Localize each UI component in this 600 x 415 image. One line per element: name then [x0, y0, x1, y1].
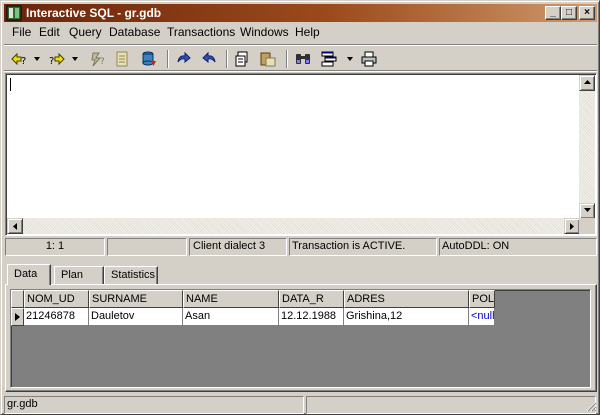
window-title: Interactive SQL - gr.gdb: [26, 6, 162, 20]
toolbar-separator: [226, 50, 228, 68]
data-grid[interactable]: NOM_UD SURNAME NAME DATA_R ADRES POL 212…: [10, 289, 591, 388]
rollback-button[interactable]: [198, 49, 220, 69]
grid-indicator-header: [11, 290, 24, 308]
column-header-data-r[interactable]: DATA_R: [279, 290, 344, 308]
toolbar: ? ? ?: [4, 44, 597, 72]
column-header-surname[interactable]: SURNAME: [89, 290, 183, 308]
menu-file[interactable]: File: [12, 26, 31, 39]
tab-statistics[interactable]: Statistics: [104, 266, 158, 284]
query-options-button[interactable]: [111, 49, 133, 69]
print-button[interactable]: [358, 49, 380, 69]
maximize-button[interactable]: □: [561, 6, 577, 20]
execute-query-button[interactable]: ?: [87, 49, 109, 69]
menu-windows[interactable]: Windows: [240, 26, 289, 39]
table-cell-null[interactable]: <null>: [469, 308, 495, 326]
svg-text:?: ?: [21, 56, 26, 67]
arrow-down-icon: [584, 208, 591, 212]
title-bar[interactable]: Interactive SQL - gr.gdb _ □ ×: [4, 4, 597, 22]
find-button[interactable]: [292, 49, 314, 69]
app-icon: [6, 5, 22, 21]
results-pane: NOM_UD SURNAME NAME DATA_R ADRES POL 212…: [5, 284, 597, 392]
column-header-nom-ud[interactable]: NOM_UD: [24, 290, 89, 308]
column-header-pol[interactable]: POL: [469, 290, 495, 308]
svg-text:?: ?: [100, 57, 105, 67]
editor-horizontal-scrollbar[interactable]: [7, 218, 580, 234]
menu-database[interactable]: Database: [109, 26, 160, 39]
editor-vertical-scrollbar[interactable]: [579, 75, 595, 219]
scroll-right-button[interactable]: [564, 218, 580, 234]
window-list-dropdown-icon[interactable]: [347, 57, 354, 62]
current-row-arrow-icon: [15, 313, 20, 321]
autoddl-status: AutoDDL: ON: [439, 238, 597, 256]
row-indicator: [11, 308, 24, 326]
status-panel-empty: [107, 238, 187, 256]
toolbar-separator: [286, 50, 288, 68]
sql-editor[interactable]: [5, 73, 597, 236]
tab-data[interactable]: Data: [7, 264, 51, 285]
svg-text:?: ?: [49, 56, 54, 67]
menu-edit[interactable]: Edit: [39, 26, 60, 39]
table-cell[interactable]: Asan: [183, 308, 279, 326]
table-cell[interactable]: Dauletov: [89, 308, 183, 326]
paste-button[interactable]: [257, 49, 279, 69]
menu-query[interactable]: Query: [69, 26, 102, 39]
scroll-left-button[interactable]: [7, 218, 23, 234]
status-bar: gr.gdb: [4, 396, 598, 414]
minimize-button[interactable]: _: [545, 6, 561, 20]
table-cell[interactable]: 12.12.1988: [279, 308, 344, 326]
next-query-button[interactable]: ?: [46, 49, 68, 69]
menu-transactions[interactable]: Transactions: [167, 26, 235, 39]
table-cell[interactable]: Grishina,12: [344, 308, 469, 326]
scroll-up-button[interactable]: [579, 75, 595, 91]
arrow-up-icon: [584, 80, 591, 84]
arrow-left-icon: [13, 223, 17, 230]
isql-window: Interactive SQL - gr.gdb _ □ × File Edit…: [0, 0, 600, 415]
previous-query-button[interactable]: ?: [8, 49, 30, 69]
copy-button[interactable]: [232, 49, 254, 69]
pane-splitter[interactable]: [1, 258, 600, 262]
toolbar-separator: [167, 50, 169, 68]
tab-plan[interactable]: Plan: [54, 266, 104, 284]
column-header-name[interactable]: NAME: [183, 290, 279, 308]
next-query-dropdown-icon[interactable]: [72, 57, 79, 62]
database-button[interactable]: [138, 49, 160, 69]
arrow-right-icon: [570, 223, 574, 230]
status-file: gr.gdb: [4, 396, 304, 414]
commit-button[interactable]: [173, 49, 195, 69]
size-grip-icon[interactable]: [585, 400, 597, 412]
window-list-button[interactable]: [318, 49, 340, 69]
cursor-position: 1: 1: [5, 238, 105, 256]
scrollbar-corner: [579, 218, 595, 234]
results-tabs: Data Plan Statistics: [5, 264, 597, 285]
close-button[interactable]: ×: [579, 6, 595, 20]
client-dialect: Client dialect 3: [189, 238, 287, 256]
column-header-adres[interactable]: ADRES: [344, 290, 469, 308]
table-cell[interactable]: 21246878: [24, 308, 89, 326]
scroll-down-button[interactable]: [579, 203, 595, 219]
status-panel-empty: [306, 396, 596, 414]
menu-help[interactable]: Help: [295, 26, 320, 39]
previous-query-dropdown-icon[interactable]: [34, 57, 41, 62]
transaction-status: Transaction is ACTIVE.: [289, 238, 437, 256]
text-caret: [10, 78, 11, 91]
editor-status-bar: 1: 1 Client dialect 3 Transaction is ACT…: [5, 238, 597, 256]
menu-bar: File Edit Query Database Transactions Wi…: [4, 23, 597, 42]
